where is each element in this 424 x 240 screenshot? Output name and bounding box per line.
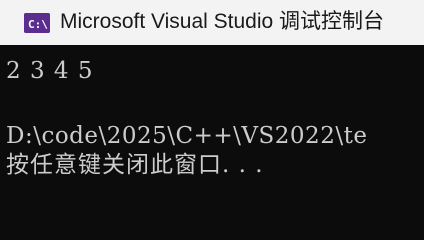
console-line-path: D:\code\2025\C++\VS2022\te <box>6 123 368 149</box>
title-bar[interactable]: C:\ Microsoft Visual Studio 调试控制台 <box>0 0 424 45</box>
window-title: Microsoft Visual Studio 调试控制台 <box>60 10 385 33</box>
console-output[interactable]: 2 3 4 5 D:\code\2025\C++\VS2022\te 按任意键关… <box>0 45 424 210</box>
visual-studio-icon: C:\ <box>24 13 50 33</box>
console-line-prompt: 按任意键关闭此窗口. . . <box>6 152 264 178</box>
console-window: C:\ Microsoft Visual Studio 调试控制台 2 3 4 … <box>0 0 424 210</box>
svg-text:C:\: C:\ <box>28 18 48 31</box>
console-line-output: 2 3 4 5 <box>6 58 94 84</box>
